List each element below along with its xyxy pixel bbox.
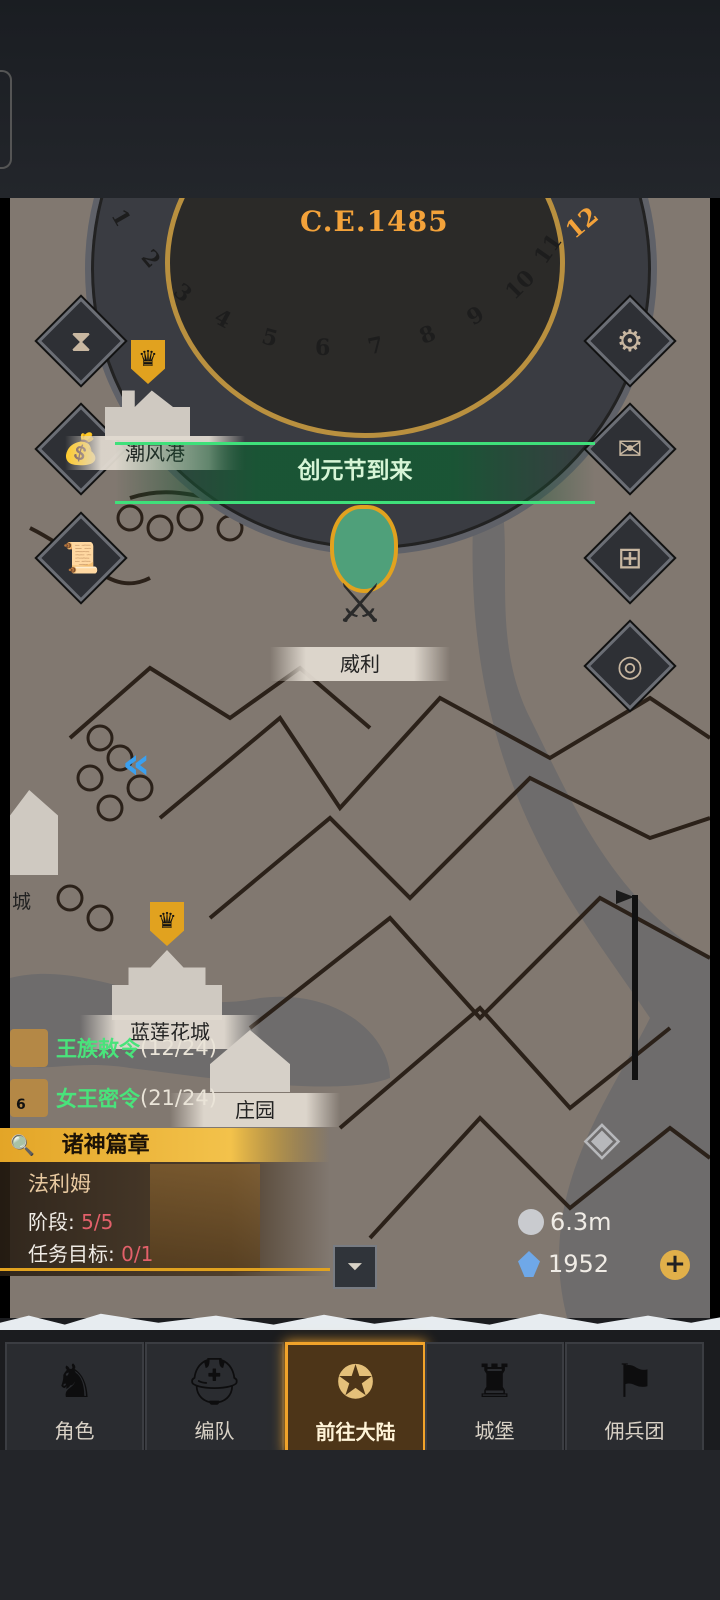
coin-icon: ◎	[616, 648, 644, 684]
goal-label: 任务目标:	[28, 1242, 122, 1266]
chapter-title: 诸神篇章	[61, 1133, 150, 1158]
stage-row: 阶段: 5/5	[28, 1206, 113, 1235]
scroll-icon: 📜	[62, 540, 100, 576]
event-banner[interactable]: 创元节到来	[115, 442, 595, 504]
castle-icon: ♜	[473, 1354, 516, 1408]
crosshair-icon: ◈	[583, 1110, 621, 1166]
crystal-icon	[518, 1251, 540, 1277]
silver-coin-icon	[518, 1209, 544, 1235]
chevron-down-icon: ⏷	[347, 1254, 363, 1278]
goal-value: 0/1	[121, 1242, 154, 1266]
hero-portrait	[150, 1164, 260, 1272]
quest-name: 王族敕令	[56, 1037, 140, 1061]
tab-label: 编队	[194, 1419, 235, 1443]
quest-progress: (12/24)	[140, 1036, 217, 1060]
chapter-underline	[0, 1268, 330, 1271]
stage-value: 5/5	[81, 1210, 114, 1234]
zoom-slider-track[interactable]	[632, 895, 638, 1080]
top-status-area	[0, 0, 720, 198]
hourglass-icon: ⧗	[70, 323, 92, 359]
tab-label: 城堡	[474, 1419, 515, 1443]
grid-icon: ⊞	[617, 540, 643, 576]
plus-icon: +	[664, 1249, 686, 1279]
tab-castle[interactable]: ♜ 城堡	[425, 1342, 564, 1452]
mail-icon: ✉	[617, 431, 643, 467]
stage-label: 阶段:	[28, 1210, 82, 1234]
silver-resource: 6.3m	[518, 1208, 612, 1236]
crystal-amount: 1952	[548, 1250, 610, 1278]
mercenary-icon: ⚑	[613, 1354, 656, 1408]
crystal-resource: 1952	[518, 1250, 609, 1278]
tab-mercenary[interactable]: ⚑ 佣兵团	[565, 1342, 704, 1452]
screen-notch	[0, 70, 12, 169]
month-number: 6	[315, 335, 331, 361]
quest-progress: (21/24)	[140, 1086, 217, 1110]
quest-royal-decree[interactable]: 王族敕令 (12/24)	[0, 1028, 217, 1068]
tab-label: 前往大陆	[315, 1420, 396, 1444]
town-label-edge[interactable]: 城	[12, 887, 31, 914]
crossed-swords-icon: ⚔	[335, 572, 385, 635]
collapse-button[interactable]: ⏷	[333, 1245, 377, 1289]
helmet-icon: ⛑	[185, 1354, 244, 1408]
quest-name: 女王密令	[56, 1087, 140, 1111]
search-icon: 🔍	[10, 1133, 35, 1157]
compass-icon: ✪	[336, 1355, 375, 1409]
locate-button[interactable]: ◈	[548, 1105, 656, 1171]
bottom-blank-area	[0, 1450, 720, 1600]
goal-row: 任务目标: 0/1	[28, 1238, 153, 1267]
quest-queen-order[interactable]: 6 女王密令 (21/24)	[0, 1078, 217, 1118]
silver-amount: 6.3m	[550, 1208, 612, 1236]
knight-icon: ♞	[53, 1354, 96, 1408]
town-label-weili[interactable]: 威利	[270, 647, 450, 681]
hero-name: 法利姆	[28, 1172, 91, 1196]
scroll-icon: 6	[10, 1079, 48, 1117]
tab-label: 角色	[54, 1419, 95, 1443]
tab-go-continent[interactable]: ✪ 前往大陆	[285, 1342, 426, 1454]
year-label: C.E.1485	[300, 205, 449, 238]
tab-character[interactable]: ♞ 角色	[5, 1342, 144, 1452]
chapter-header: 🔍 诸神篇章	[0, 1128, 330, 1162]
quest-badge: 6	[16, 1097, 26, 1113]
scroll-icon	[10, 1029, 48, 1067]
chapter-panel[interactable]: 🔍 诸神篇章 法利姆 阶段: 5/5 任务目标: 0/1	[0, 1128, 330, 1276]
tab-formation[interactable]: ⛑ 编队	[145, 1342, 284, 1452]
gear-icon: ⚙	[616, 323, 644, 359]
direction-arrow-icon[interactable]: «	[122, 738, 150, 789]
tab-label: 佣兵团	[604, 1419, 665, 1443]
add-crystal-button[interactable]: +	[660, 1250, 690, 1280]
